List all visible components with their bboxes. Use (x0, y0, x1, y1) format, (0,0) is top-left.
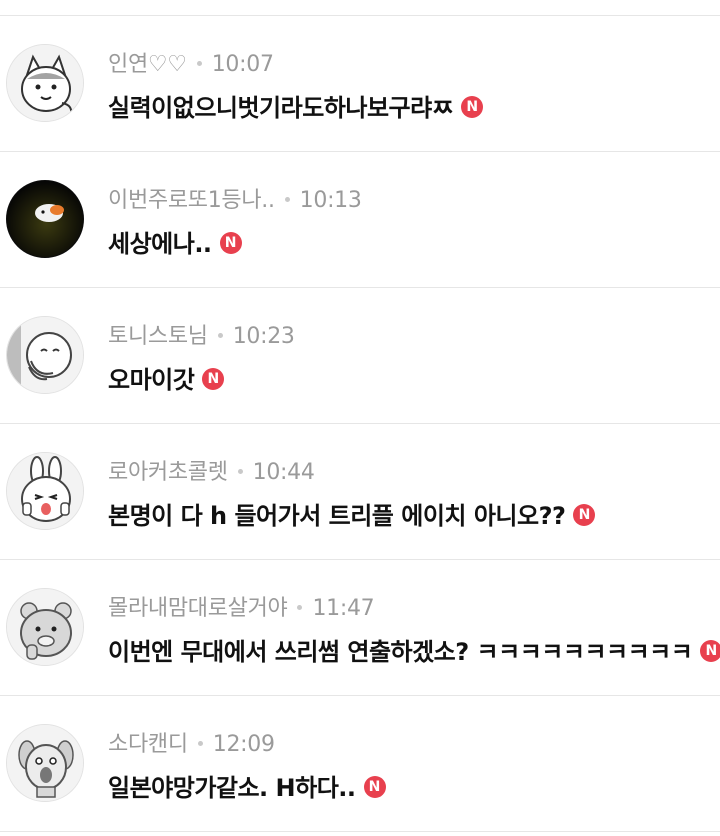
divider (0, 831, 720, 832)
author-name[interactable]: 인연♡♡ (108, 52, 187, 77)
separator-dot (197, 740, 203, 746)
new-badge: N (363, 776, 386, 798)
comment-item[interactable]: 토니스토님 10:23 오마이갓 N (0, 288, 720, 422)
comment-text-line: 이번엔 무대에서 쓰리썸 연출하겠소? ㅋㅋㅋㅋㅋㅋㅋㅋㅋㅋ N (108, 632, 720, 667)
comment-text-line: 일본야망가같소. H하다.. N (108, 768, 386, 803)
comment-text-line: 세상에나.. N (108, 224, 242, 259)
new-badge: N (461, 96, 484, 118)
comment-item[interactable]: 인연♡♡ 10:07 실력이없으니벗기라도하나보구랴ㅉ N (0, 16, 720, 150)
dark-photo-avatar-icon[interactable] (6, 180, 84, 258)
comment-meta: 소다캔디 12:09 (108, 726, 275, 758)
smiling-character-avatar-icon[interactable] (6, 316, 84, 394)
author-name[interactable]: 토니스토님 (108, 324, 208, 349)
separator-dot (237, 468, 243, 474)
author-name[interactable]: 몰라내맘대로살거야 (108, 596, 288, 621)
author-name[interactable]: 이번주로또1등나.. (108, 188, 275, 213)
dog-character-avatar-icon[interactable] (6, 724, 84, 802)
comment-text-line: 실력이없으니벗기라도하나보구랴ㅉ N (108, 88, 484, 123)
new-badge: N (202, 368, 225, 390)
bunny-character-avatar-icon[interactable] (6, 452, 84, 530)
bear-character-avatar-icon[interactable] (6, 588, 84, 666)
separator-dot (196, 60, 202, 66)
comment-meta: 인연♡♡ 10:07 (108, 46, 274, 78)
comment-text: 일본야망가같소. H하다.. (108, 774, 356, 802)
comment-item[interactable]: 이번주로또1등나.. 10:13 세상에나.. N (0, 152, 720, 286)
comment-item[interactable]: 몰라내맘대로살거야 11:47 이번엔 무대에서 쓰리썸 연출하겠소? ㅋㅋㅋㅋㅋ… (0, 560, 720, 694)
comment-text: 오마이갓 (108, 366, 195, 394)
comment-time: 10:23 (232, 324, 295, 349)
comment-time: 12:09 (212, 732, 275, 757)
new-badge: N (219, 232, 242, 254)
comment-list: 인연♡♡ 10:07 실력이없으니벗기라도하나보구랴ㅉ N 이번주로또1등나..… (0, 0, 720, 836)
comment-meta: 이번주로또1등나.. 10:13 (108, 182, 362, 214)
author-name[interactable]: 로아커초콜렛 (108, 460, 228, 485)
comment-time: 10:13 (299, 188, 362, 213)
comment-item[interactable]: 소다캔디 12:09 일본야망가같소. H하다.. N (0, 696, 720, 830)
comment-time: 11:47 (312, 596, 375, 621)
comment-text: 본명이 다 h 들어가서 트리플 에이치 아니오?? (108, 502, 566, 530)
separator-dot (284, 196, 290, 202)
comment-text: 세상에나.. (108, 230, 212, 258)
comment-text: 실력이없으니벗기라도하나보구랴ㅉ (108, 94, 454, 122)
comment-text: 이번엔 무대에서 쓰리썸 연출하겠소? ㅋㅋㅋㅋㅋㅋㅋㅋㅋㅋ (108, 638, 693, 666)
comment-meta: 토니스토님 10:23 (108, 318, 295, 350)
comment-meta: 몰라내맘대로살거야 11:47 (108, 590, 375, 622)
comment-text-line: 본명이 다 h 들어가서 트리플 에이치 아니오?? N (108, 496, 596, 531)
comment-item[interactable]: 로아커초콜렛 10:44 본명이 다 h 들어가서 트리플 에이치 아니오?? N (0, 424, 720, 558)
separator-dot (217, 332, 223, 338)
new-badge: N (573, 504, 596, 526)
comment-time: 10:07 (211, 52, 274, 77)
new-badge: N (700, 640, 720, 662)
comment-meta: 로아커초콜렛 10:44 (108, 454, 315, 486)
comment-time: 10:44 (252, 460, 315, 485)
author-name[interactable]: 소다캔디 (108, 732, 188, 757)
separator-dot (297, 604, 303, 610)
comment-text-line: 오마이갓 N (108, 360, 225, 395)
cat-character-avatar-icon[interactable] (6, 44, 84, 122)
